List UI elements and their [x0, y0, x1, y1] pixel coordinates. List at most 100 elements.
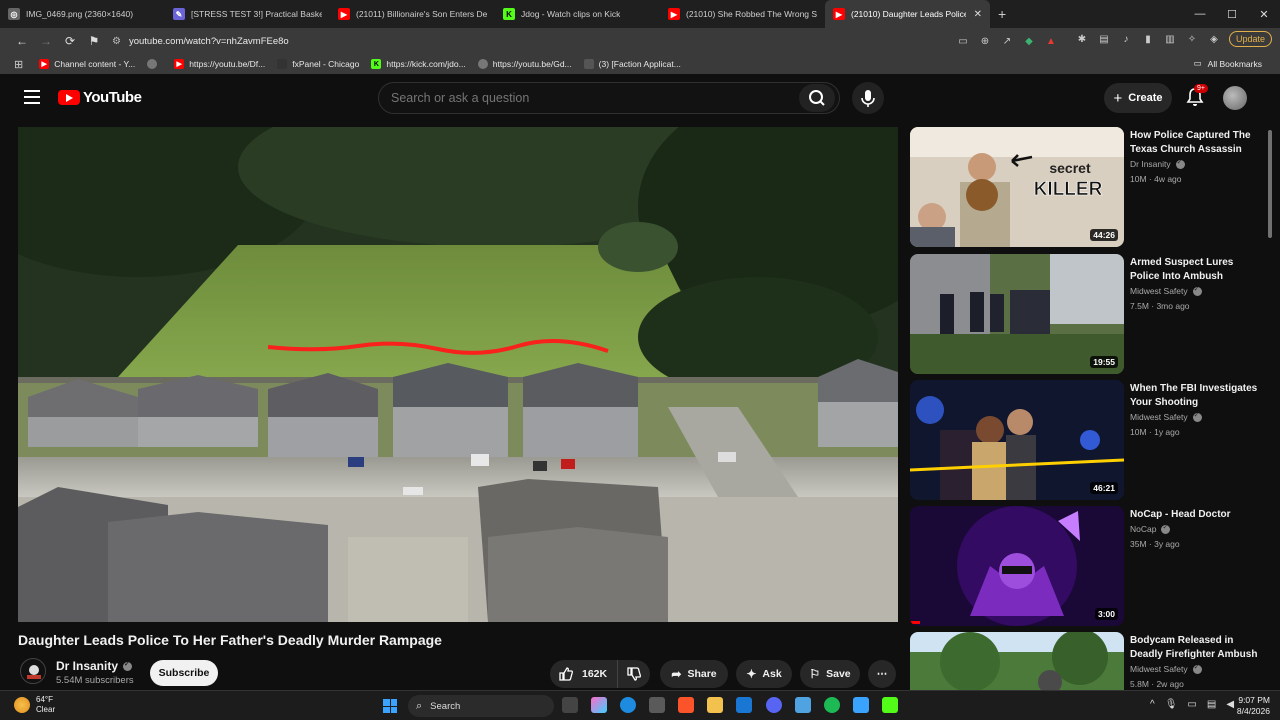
recommendation-item[interactable]: Bodycam Released in Deadly Firefighter A…	[910, 632, 1260, 690]
search-button[interactable]	[799, 84, 835, 112]
photos-icon[interactable]	[853, 697, 869, 713]
browser-tab[interactable]: ◎ IMG_0469.png (2360×1640)	[0, 0, 165, 28]
recommendation-title[interactable]: When The FBI Investigates Your Shooting	[1130, 382, 1258, 410]
search-input[interactable]	[391, 91, 791, 105]
bookmark-item[interactable]: https://youtu.be/Gd...	[477, 59, 572, 69]
close-window-button[interactable]: ✕	[1248, 8, 1280, 21]
music-icon[interactable]: ♪	[1115, 34, 1137, 45]
voice-search-button[interactable]	[852, 82, 884, 114]
bookmark-item[interactable]: fxPanel - Chicago	[277, 59, 359, 69]
bookmark-item[interactable]: K https://kick.com/jdo...	[371, 59, 466, 69]
recommendation-meta: 7.5M · 3mo ago	[1130, 301, 1190, 311]
kick-icon[interactable]	[882, 697, 898, 713]
ai-icon[interactable]: ✧	[1181, 34, 1203, 45]
share-icon[interactable]: ↗	[996, 36, 1018, 47]
edge-icon[interactable]	[620, 697, 636, 713]
taskbar-search[interactable]: ⌕ Search	[408, 695, 554, 717]
address-bar[interactable]: ⚙ youtube.com/watch?v=nhZavmFEe8o	[112, 31, 952, 51]
minimize-button[interactable]: —	[1184, 8, 1216, 20]
bookmark-item[interactable]	[147, 59, 162, 69]
battery-icon[interactable]: ▭	[1187, 699, 1196, 710]
zoom-icon[interactable]: ⊕	[974, 36, 996, 47]
recommendation-channel[interactable]: Midwest Safety	[1130, 285, 1202, 296]
account-avatar[interactable]	[1223, 86, 1247, 110]
video-player[interactable]	[18, 127, 898, 622]
save-button[interactable]: ⚐ Save	[800, 660, 860, 688]
close-icon[interactable]: ✕	[974, 9, 982, 20]
recommendation-item[interactable]: secret KILLER 44:26 How Police Captured …	[910, 127, 1260, 249]
browser-tab[interactable]: K Jdog - Watch clips on Kick	[495, 0, 660, 28]
tray-chevron-icon[interactable]: ^	[1150, 699, 1155, 710]
subscribe-button[interactable]: Subscribe	[150, 660, 218, 686]
extensions-icon[interactable]: ✱	[1071, 34, 1093, 45]
recommendation-title[interactable]: How Police Captured The Texas Church Ass…	[1130, 129, 1258, 157]
bookmark-item[interactable]: (3) [Faction Applicat...	[583, 59, 681, 69]
dislike-button[interactable]	[618, 660, 650, 688]
recommendation-title[interactable]: Bodycam Released in Deadly Firefighter A…	[1130, 634, 1258, 662]
browser-tab[interactable]: ▶ (21011) Billionaire's Son Enters Dead	[330, 0, 495, 28]
menu-icon[interactable]	[24, 90, 40, 104]
store-icon[interactable]	[649, 697, 665, 713]
browser-tab-active[interactable]: ▶ (21010) Daughter Leads Police ✕	[825, 0, 990, 28]
update-button[interactable]: Update	[1228, 31, 1272, 47]
windows-start-icon[interactable]	[383, 699, 397, 713]
recommendation-meta: 5.8M · 2w ago	[1130, 679, 1184, 689]
cast-icon[interactable]: ▭	[952, 36, 974, 47]
new-tab-button[interactable]: +	[990, 6, 1014, 22]
wallet-icon[interactable]: ▥	[1159, 34, 1181, 45]
video-thumbnail[interactable]: secret KILLER 44:26	[910, 127, 1124, 247]
recommendation-item[interactable]: 3:00 NoCap - Head Doctor NoCap 35M · 3y …	[910, 506, 1260, 628]
reader-icon[interactable]: ▤	[1093, 34, 1115, 45]
channel-name[interactable]: Dr Insanity	[56, 659, 133, 673]
bookmark-icon[interactable]: ⚑	[84, 34, 104, 48]
browser-tab[interactable]: ▶ (21010) She Robbed The Wrong Stor	[660, 0, 825, 28]
recommendation-item[interactable]: 19:55 Armed Suspect Lures Police Into Am…	[910, 254, 1260, 376]
video-thumbnail[interactable]: 3:00	[910, 506, 1124, 626]
share-button[interactable]: ➦ Share	[660, 660, 728, 688]
notepad-icon[interactable]	[795, 697, 811, 713]
weather-widget[interactable]: 64°F Clear	[14, 695, 55, 715]
like-button[interactable]: 162K	[550, 660, 618, 688]
create-button[interactable]: + Create	[1104, 83, 1172, 113]
plus-icon: +	[1113, 89, 1123, 107]
network-icon[interactable]: ▤	[1207, 699, 1216, 710]
browser-tab[interactable]: ✎ [STRESS TEST 3!] Practical Basketball	[165, 0, 330, 28]
youtube-logo[interactable]: YouTube	[58, 89, 142, 106]
recommendation-title[interactable]: Armed Suspect Lures Police Into Ambush	[1130, 256, 1258, 284]
shield-icon[interactable]: ◆	[1018, 36, 1040, 47]
brave-icon[interactable]	[678, 697, 694, 713]
bookmark-item[interactable]: ▶ https://youtu.be/Df...	[174, 59, 265, 69]
video-thumbnail[interactable]: 46:21	[910, 380, 1124, 500]
taskbar-clock[interactable]: 9:07 PM 8/4/2026	[1228, 695, 1270, 717]
recommendation-channel[interactable]: Midwest Safety	[1130, 663, 1202, 674]
alert-icon[interactable]: ▲	[1040, 36, 1062, 47]
recommendation-title[interactable]: NoCap - Head Doctor	[1130, 508, 1258, 522]
recommendation-item[interactable]: 46:21 When The FBI Investigates Your Sho…	[910, 380, 1260, 502]
recommendation-channel[interactable]: Dr Insanity	[1130, 158, 1185, 169]
more-actions-button[interactable]: ⋯	[868, 660, 896, 688]
site-info-icon[interactable]: ⚙	[112, 36, 121, 47]
bookmark-item[interactable]: ▶ Channel content - Y...	[39, 59, 135, 69]
recommendation-channel[interactable]: NoCap	[1130, 523, 1171, 534]
task-view-icon[interactable]	[562, 697, 578, 713]
maximize-button[interactable]: ☐	[1216, 8, 1248, 21]
sidebar-icon[interactable]: ▮	[1137, 34, 1159, 45]
recommendation-channel[interactable]: Midwest Safety	[1130, 411, 1202, 422]
vpn-icon[interactable]: ◈	[1203, 34, 1225, 45]
all-bookmarks[interactable]: ▭ All Bookmarks	[1194, 58, 1262, 69]
discord-icon[interactable]	[766, 697, 782, 713]
video-thumbnail[interactable]: 19:55	[910, 254, 1124, 374]
video-thumbnail[interactable]	[910, 632, 1124, 690]
spotify-icon[interactable]	[824, 697, 840, 713]
mail-icon[interactable]	[736, 697, 752, 713]
microphone-icon[interactable]: 🎙	[1165, 699, 1178, 710]
reload-button[interactable]: ⟳	[60, 34, 80, 48]
channel-avatar[interactable]	[20, 658, 46, 684]
sidebar-scrollbar[interactable]	[1268, 130, 1272, 238]
file-explorer-icon[interactable]	[707, 697, 723, 713]
forward-button[interactable]: →	[36, 34, 56, 48]
apps-icon[interactable]: ⊞	[14, 58, 23, 71]
ask-button[interactable]: ✦ Ask	[736, 660, 792, 688]
copilot-icon[interactable]	[591, 697, 607, 713]
back-button[interactable]: ←	[12, 34, 32, 48]
